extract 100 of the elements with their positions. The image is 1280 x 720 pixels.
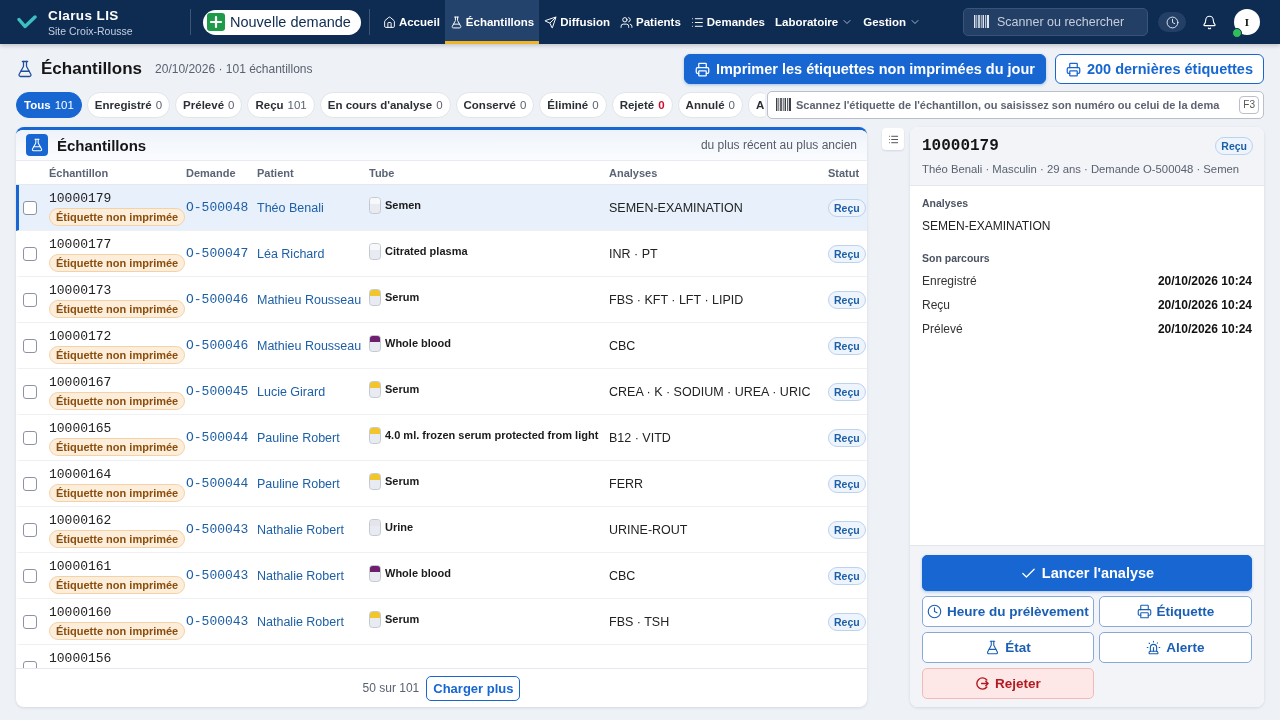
request-link[interactable]: O-500045	[186, 384, 249, 399]
sample-number: 10000179	[49, 191, 112, 206]
tube-name: Semen	[385, 199, 422, 211]
user-avatar[interactable]: I	[1234, 9, 1260, 35]
column-header: Analyses	[609, 166, 658, 179]
siren-icon	[1146, 640, 1162, 655]
print-labels-button[interactable]: 200 dernières étiquettes	[1054, 54, 1264, 84]
panel-title: Échantillons	[57, 136, 147, 154]
panel-toggle-button[interactable]	[882, 128, 904, 150]
filter-chip[interactable]: Tous 101	[16, 91, 82, 118]
nav-tab[interactable]: Accueil	[377, 0, 445, 44]
request-link[interactable]: O-500048	[186, 200, 249, 215]
sample-number: 10000177	[49, 237, 112, 252]
row-checkbox[interactable]	[23, 522, 37, 537]
load-more-button[interactable]: Charger plus	[426, 675, 521, 701]
patient-link[interactable]: Lucie Girard	[257, 384, 326, 399]
users-icon	[620, 15, 634, 29]
action-button[interactable]: Heure du prélèvement	[922, 596, 1094, 627]
house-icon	[382, 15, 396, 29]
nav-tab[interactable]: Demandes	[685, 0, 770, 44]
unprinted-label-tag: Étiquette non imprimée	[49, 530, 186, 548]
patient-link[interactable]: Mathieu Rousseau	[257, 292, 362, 307]
analyses-text: SEMEN-EXAMINATION	[609, 200, 743, 215]
history-button[interactable]	[1158, 12, 1186, 32]
request-link[interactable]: O-500044	[186, 476, 249, 491]
row-checkbox[interactable]	[23, 476, 37, 491]
status-pill: Reçu	[828, 244, 866, 263]
nav-tab[interactable]: Laboratoire	[769, 0, 859, 44]
nav-tab[interactable]: Échantillons	[444, 0, 540, 44]
status-pill: Reçu	[828, 474, 866, 493]
patient-link[interactable]: Pauline Robert	[257, 430, 340, 445]
filter-chip[interactable]: Annulé 0	[677, 91, 743, 118]
new-request-button[interactable]: Nouvelle demande	[203, 9, 361, 35]
filter-chip[interactable]: Conservé 0	[455, 91, 535, 118]
clock-icon	[1165, 15, 1179, 29]
action-button[interactable]: Alerte	[1098, 632, 1252, 663]
patient-link[interactable]: Nathalie Robert	[257, 614, 344, 629]
history-step: Reçu	[922, 298, 950, 312]
tube-name: Serum	[385, 613, 420, 625]
column-header: Échantillon	[49, 166, 109, 179]
tube-name: Serum	[385, 383, 420, 395]
action-button[interactable]: Rejeter	[922, 668, 1094, 699]
analyses-text: URINE-ROUT	[609, 522, 688, 537]
status-pill: Reçu	[828, 612, 866, 631]
analyses-text: FERR	[609, 476, 644, 491]
row-checkbox[interactable]	[23, 200, 37, 215]
nav-tab[interactable]: Patients	[615, 0, 686, 44]
action-button[interactable]: Lancer l'analyse	[922, 555, 1252, 591]
clock-icon	[927, 604, 942, 619]
row-checkbox[interactable]	[23, 568, 37, 583]
analyses-text: B12 · VITD	[609, 430, 671, 445]
request-link[interactable]: O-500046	[186, 292, 249, 307]
filter-chip[interactable]: Éliminé 0	[539, 91, 607, 118]
patient-link[interactable]: Pauline Robert	[257, 476, 340, 491]
filter-chip[interactable]: A	[748, 91, 765, 118]
action-button[interactable]: Étiquette	[1098, 596, 1252, 627]
filter-chip[interactable]: Reçu 101	[247, 91, 315, 118]
row-checkbox[interactable]	[23, 292, 37, 307]
request-link[interactable]: O-500047	[186, 246, 249, 261]
row-checkbox[interactable]	[23, 384, 37, 399]
patient-link[interactable]: Théo Benali	[257, 200, 324, 215]
row-checkbox[interactable]	[23, 338, 37, 353]
tube-name: Whole blood	[385, 567, 451, 579]
patient-link[interactable]: Mathieu Rousseau	[257, 338, 362, 353]
search-field[interactable]: Scanner ou rechercher	[963, 8, 1148, 36]
filter-chip[interactable]: En cours d'analyse 0	[319, 91, 451, 118]
check-logo-icon	[17, 14, 37, 30]
table-row[interactable]: 10000156	[16, 645, 867, 668]
request-link[interactable]: O-500043	[186, 522, 249, 537]
sample-number: 10000167	[49, 375, 112, 390]
request-link[interactable]: O-500043	[186, 568, 249, 583]
nav-tab[interactable]: Gestion	[858, 0, 927, 44]
history-time: 20/10/2026 10:24	[1157, 274, 1252, 288]
history-step: Prélevé	[922, 322, 963, 336]
request-link[interactable]: O-500043	[186, 614, 249, 629]
filter-chip[interactable]: Rejeté 0	[611, 91, 673, 118]
patient-link[interactable]: Nathalie Robert	[257, 568, 344, 583]
action-button[interactable]: État	[922, 632, 1094, 663]
sample-number: 10000162	[49, 513, 112, 528]
filter-chip[interactable]: Enregistré 0	[86, 91, 171, 118]
plus-icon	[207, 13, 225, 31]
patient-link[interactable]: Nathalie Robert	[257, 522, 344, 537]
request-link[interactable]: O-500044	[186, 430, 249, 445]
row-checkbox[interactable]	[23, 614, 37, 629]
sample-number: 10000172	[49, 329, 112, 344]
unprinted-label-tag: Étiquette non imprimée	[49, 300, 186, 318]
bell-icon[interactable]	[1202, 14, 1217, 30]
row-checkbox[interactable]	[23, 246, 37, 261]
print-labels-button[interactable]: Imprimer les étiquettes non imprimées du jour	[683, 54, 1046, 84]
filter-chip[interactable]: Prélevé 0	[175, 91, 243, 118]
request-link[interactable]: O-500046	[186, 338, 249, 353]
sample-number: 10000173	[49, 283, 112, 298]
sample-number: 10000161	[49, 559, 112, 574]
analyses-text: CBC	[609, 568, 636, 583]
nav-tab[interactable]: Diffusion	[539, 0, 616, 44]
sample-number: 10000179	[922, 137, 999, 155]
patient-link[interactable]: Léa Richard	[257, 246, 325, 261]
tube-name: Serum	[385, 475, 420, 487]
analyses-text: FBS · TSH	[609, 614, 670, 629]
row-checkbox[interactable]	[23, 430, 37, 445]
